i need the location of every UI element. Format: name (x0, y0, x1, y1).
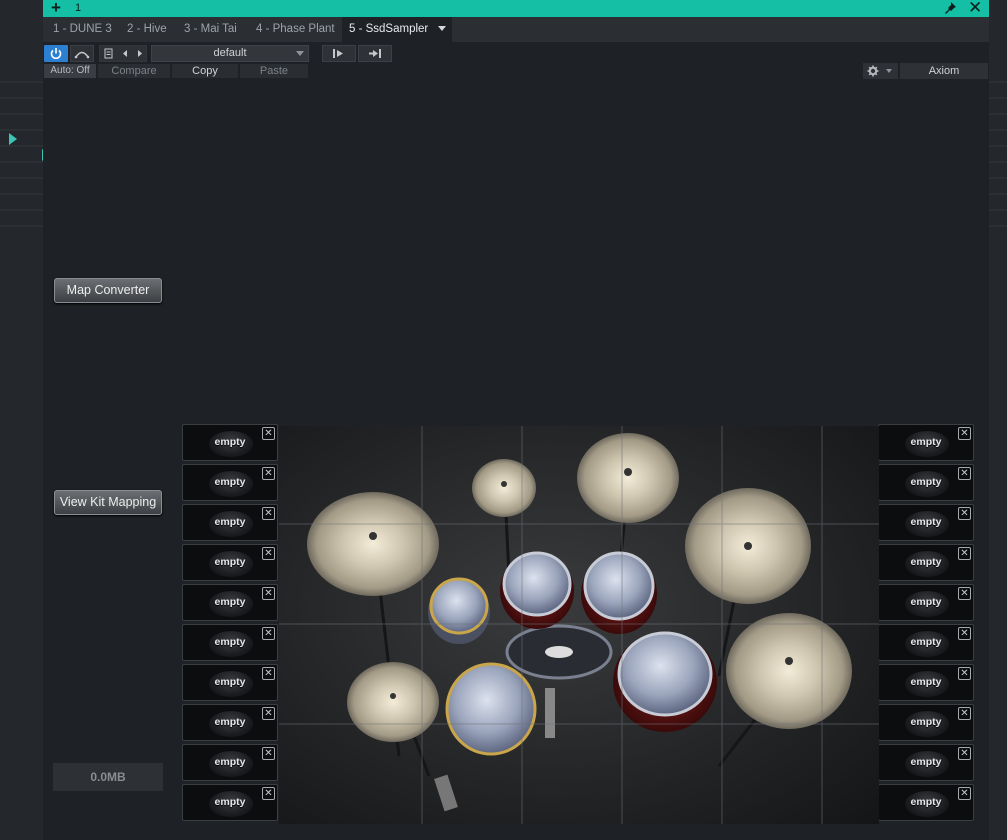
tab-dune3[interactable]: 1 - DUNE 3 (46, 17, 119, 42)
remove-icon[interactable]: ✕ (958, 467, 971, 480)
plugin-toolbar: default Auto: Off Compare Copy Paste Axi… (43, 42, 989, 80)
remove-icon[interactable]: ✕ (262, 707, 275, 720)
tab-ssdsampler[interactable]: 5 - SsdSampler (342, 17, 452, 42)
close-icon[interactable]: ✕ (968, 0, 982, 18)
remove-icon[interactable]: ✕ (958, 507, 971, 520)
left-sample-slot[interactable]: empty ✕ (182, 744, 278, 781)
remove-icon[interactable]: ✕ (262, 787, 275, 800)
preset-selector[interactable]: default (151, 45, 309, 62)
memory-usage: 0.0MB (53, 763, 163, 791)
pin-icon[interactable] (943, 1, 957, 15)
automation-toggle[interactable]: Auto: Off (44, 64, 96, 78)
drum-kit-view[interactable] (279, 426, 879, 824)
remove-icon[interactable]: ✕ (958, 707, 971, 720)
power-button[interactable] (44, 45, 68, 62)
add-icon[interactable]: + (51, 0, 61, 18)
tab-mai-tai[interactable]: 3 - Mai Tai (177, 17, 244, 42)
plugin-tabs: 1 - DUNE 3 2 - Hive 3 - Mai Tai 4 - Phas… (43, 17, 989, 42)
remove-icon[interactable]: ✕ (958, 667, 971, 680)
right-sample-slot[interactable]: empty ✕ (878, 784, 974, 821)
right-sample-slot[interactable]: empty ✕ (878, 704, 974, 741)
gear-icon (867, 65, 892, 77)
window-titlebar[interactable]: + 1 ✕ (43, 0, 989, 17)
remove-icon[interactable]: ✕ (262, 627, 275, 640)
left-sample-slot[interactable]: empty ✕ (182, 504, 278, 541)
compare-button[interactable]: Compare (98, 64, 170, 78)
paste-button[interactable]: Paste (240, 64, 308, 78)
left-sample-slot[interactable]: empty ✕ (182, 424, 278, 461)
right-sample-slot[interactable]: empty ✕ (878, 664, 974, 701)
device-selector[interactable]: Axiom (900, 63, 988, 79)
remove-icon[interactable]: ✕ (262, 467, 275, 480)
left-sample-slot[interactable]: empty ✕ (182, 624, 278, 661)
remove-icon[interactable]: ✕ (262, 427, 275, 440)
tab-dropdown-icon[interactable] (438, 26, 446, 31)
remove-icon[interactable]: ✕ (958, 427, 971, 440)
ssd-sampler-panel: Map Converter View Kit Mapping 0.0MB emp… (43, 80, 989, 840)
drum-kit-image (279, 426, 879, 824)
arrow-right-bar-icon (333, 49, 343, 58)
remove-icon[interactable]: ✕ (262, 587, 275, 600)
view-kit-mapping-button[interactable]: View Kit Mapping (54, 490, 162, 515)
map-converter-button[interactable]: Map Converter (54, 278, 162, 303)
left-sample-slot[interactable]: empty ✕ (182, 544, 278, 581)
left-sample-slot[interactable]: empty ✕ (182, 784, 278, 821)
right-sample-slot[interactable]: empty ✕ (878, 464, 974, 501)
remove-icon[interactable]: ✕ (958, 787, 971, 800)
remove-icon[interactable]: ✕ (958, 587, 971, 600)
left-sample-slot[interactable]: empty ✕ (182, 664, 278, 701)
right-sample-slot[interactable]: empty ✕ (878, 424, 974, 461)
chevron-down-icon (296, 51, 304, 56)
right-sample-slot[interactable]: empty ✕ (878, 624, 974, 661)
window-number: 1 (75, 2, 82, 14)
right-sample-slot[interactable]: empty ✕ (878, 584, 974, 621)
tab-hive[interactable]: 2 - Hive (120, 17, 174, 42)
receive-button[interactable] (358, 45, 392, 62)
remove-icon[interactable]: ✕ (262, 667, 275, 680)
bypass-button[interactable] (70, 45, 94, 62)
copy-button[interactable]: Copy (172, 64, 238, 78)
remove-icon[interactable]: ✕ (958, 547, 971, 560)
remove-icon[interactable]: ✕ (262, 507, 275, 520)
remove-icon[interactable]: ✕ (958, 627, 971, 640)
preset-name: default (213, 47, 247, 59)
remove-icon[interactable]: ✕ (958, 747, 971, 760)
daw-screen: + 1 ✕ 1 - DUNE 3 2 - Hive 3 - Mai Tai 4 … (0, 0, 1007, 840)
preset-nav-icons (104, 48, 142, 59)
preset-nav-group (99, 45, 147, 62)
right-sample-slot[interactable]: empty ✕ (878, 744, 974, 781)
left-sample-slot[interactable]: empty ✕ (182, 704, 278, 741)
arrow-to-bar-icon (369, 49, 381, 58)
remove-icon[interactable]: ✕ (262, 747, 275, 760)
right-sample-slot[interactable]: empty ✕ (878, 504, 974, 541)
curve-icon (74, 51, 90, 59)
right-sample-slot[interactable]: empty ✕ (878, 544, 974, 581)
tab-phase-plant[interactable]: 4 - Phase Plant (249, 17, 342, 42)
left-sample-slot[interactable]: empty ✕ (182, 584, 278, 621)
left-sample-slot[interactable]: empty ✕ (182, 464, 278, 501)
plugin-window: + 1 ✕ 1 - DUNE 3 2 - Hive 3 - Mai Tai 4 … (43, 0, 989, 840)
remove-icon[interactable]: ✕ (262, 547, 275, 560)
send-button[interactable] (322, 45, 356, 62)
power-icon (50, 48, 62, 60)
settings-button[interactable] (863, 63, 898, 79)
